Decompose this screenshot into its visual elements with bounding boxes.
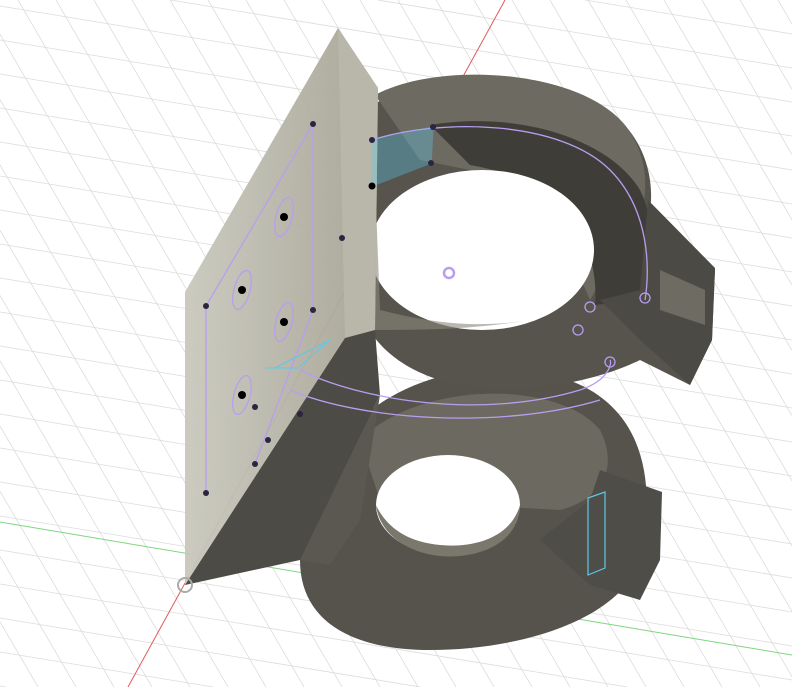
grid-line [701,0,792,155]
grid-line [0,425,153,687]
upper-ring-hole [370,170,594,330]
grid-line [584,0,792,35]
upper-clamp-ring[interactable] [361,74,715,389]
grid-line [663,0,792,221]
cad-3d-viewport[interactable] [0,0,792,687]
grid-line [0,360,191,687]
grid-line [0,491,115,687]
grid-line [739,0,792,90]
grid-line [777,0,792,25]
grid-line [377,0,792,69]
grid-line [0,556,77,687]
grid-line [0,621,39,687]
grid-line [0,651,214,687]
